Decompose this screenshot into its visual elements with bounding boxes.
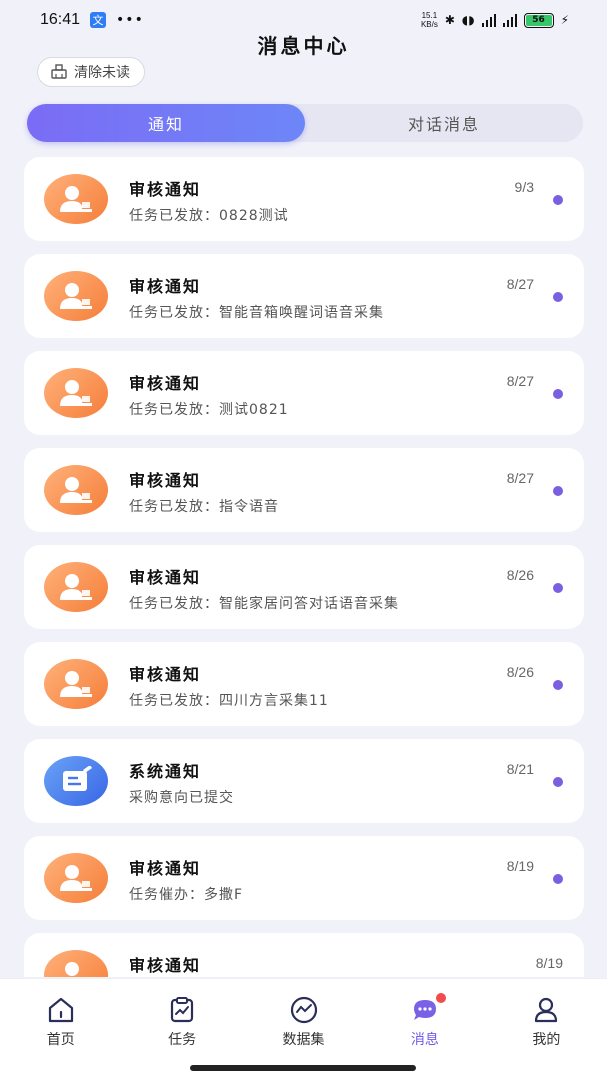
message-badge [436, 993, 447, 1003]
audit-avatar-icon [44, 562, 108, 612]
home-icon [48, 997, 73, 1023]
tab-notifications[interactable]: 通知 [27, 104, 305, 142]
more-notifications-icon: ••• [116, 12, 144, 28]
nav-profile-label: 我的 [532, 1032, 561, 1048]
tab-conversations[interactable]: 对话消息 [305, 104, 583, 142]
network-speed: 15.1 KB/s [420, 11, 438, 29]
bluetooth-icon: ✱ [444, 13, 455, 27]
message-subtitle: 任务已发放：智能家居问答对话语音采集 [129, 596, 399, 612]
unread-dot [553, 583, 563, 593]
message-title: 审核通知 [129, 277, 202, 296]
audit-avatar-icon [44, 659, 108, 709]
broom-icon [50, 64, 68, 80]
message-subtitle: 采购意向已提交 [129, 790, 234, 806]
message-card[interactable]: 审核通知 任务已发放：智能家居问答对话语音采集 8/26 [24, 545, 584, 629]
nav-task-label: 任务 [168, 1032, 197, 1048]
message-title: 审核通知 [129, 471, 202, 490]
earbuds-icon: ◖◗ [461, 13, 475, 27]
nav-home[interactable]: 首页 [0, 979, 121, 1080]
audit-avatar-icon [44, 174, 108, 224]
message-date: 8/26 [506, 664, 534, 680]
message-date: 8/21 [506, 761, 534, 777]
clear-unread-button[interactable]: 清除未读 [37, 57, 145, 87]
message-subtitle: 任务已发放：测试0821 [129, 402, 289, 418]
message-card[interactable]: 审核通知 任务已发放：0828测试 9/3 [24, 157, 584, 241]
app-notification-icon: 文 [90, 12, 107, 28]
message-card[interactable]: 审核通知 任务已发放：测试0821 8/27 [24, 351, 584, 435]
profile-icon [535, 997, 558, 1023]
message-title: 审核通知 [129, 859, 202, 878]
message-subtitle: 任务已发放：0828测试 [129, 208, 289, 224]
audit-avatar-icon [44, 465, 108, 515]
audit-avatar-icon [44, 271, 108, 321]
charging-icon: ⚡ [560, 13, 569, 27]
status-time: 16:41 [40, 11, 81, 28]
unread-dot [553, 389, 563, 399]
unread-dot [553, 486, 563, 496]
message-card[interactable]: 系统通知 采购意向已提交 8/21 [24, 739, 584, 823]
unread-dot [553, 874, 563, 884]
page-title: 消息中心 [257, 34, 350, 58]
message-subtitle: 任务已发放：四川方言采集11 [129, 693, 329, 709]
message-title: 系统通知 [129, 762, 202, 781]
unread-dot [553, 777, 563, 787]
battery-icon: 56 [523, 12, 554, 28]
unread-dot [553, 195, 563, 205]
message-date: 8/19 [506, 858, 534, 874]
message-subtitle: 任务已发放：指令语音 [129, 499, 279, 515]
task-icon [171, 997, 194, 1023]
message-subtitle: 任务催办：多撒F [129, 887, 244, 903]
message-date: 8/27 [506, 373, 534, 389]
nav-dataset-label: 数据集 [282, 1032, 325, 1048]
message-card[interactable]: 审核通知 任务已发放：四川方言采集11 8/26 [24, 642, 584, 726]
message-list: 审核通知 任务已发放：0828测试 9/3 审核通知 任务已发放：智能音箱唤醒词… [24, 157, 584, 977]
nav-profile[interactable]: 我的 [486, 979, 607, 1080]
clear-unread-label: 清除未读 [74, 65, 130, 81]
unread-dot [553, 292, 563, 302]
home-indicator[interactable] [190, 1065, 416, 1071]
signal-icon [481, 13, 496, 27]
system-avatar-icon [44, 756, 108, 806]
message-card[interactable]: 审核通知 8/19 [24, 933, 584, 977]
nav-home-label: 首页 [46, 1032, 75, 1048]
message-date: 8/19 [535, 955, 563, 971]
message-card[interactable]: 审核通知 任务已发放：指令语音 8/27 [24, 448, 584, 532]
nav-message-label: 消息 [410, 1032, 439, 1048]
message-date: 8/27 [506, 276, 534, 292]
message-date: 8/27 [506, 470, 534, 486]
unread-dot [553, 680, 563, 690]
dataset-icon [290, 996, 317, 1024]
message-tabs: 通知 对话消息 [27, 104, 583, 142]
message-title: 审核通知 [129, 665, 202, 684]
audit-avatar-icon [44, 368, 108, 418]
message-date: 8/26 [506, 567, 534, 583]
audit-avatar-icon [44, 950, 108, 977]
message-card[interactable]: 审核通知 任务已发放：智能音箱唤醒词语音采集 8/27 [24, 254, 584, 338]
signal-2-icon [502, 13, 517, 27]
message-date: 9/3 [514, 179, 534, 195]
audit-avatar-icon [44, 853, 108, 903]
message-card[interactable]: 审核通知 任务催办：多撒F 8/19 [24, 836, 584, 920]
message-title: 审核通知 [129, 180, 202, 199]
message-title: 审核通知 [129, 956, 202, 975]
message-title: 审核通知 [129, 374, 202, 393]
message-title: 审核通知 [129, 568, 202, 587]
message-subtitle: 任务已发放：智能音箱唤醒词语音采集 [129, 305, 384, 321]
